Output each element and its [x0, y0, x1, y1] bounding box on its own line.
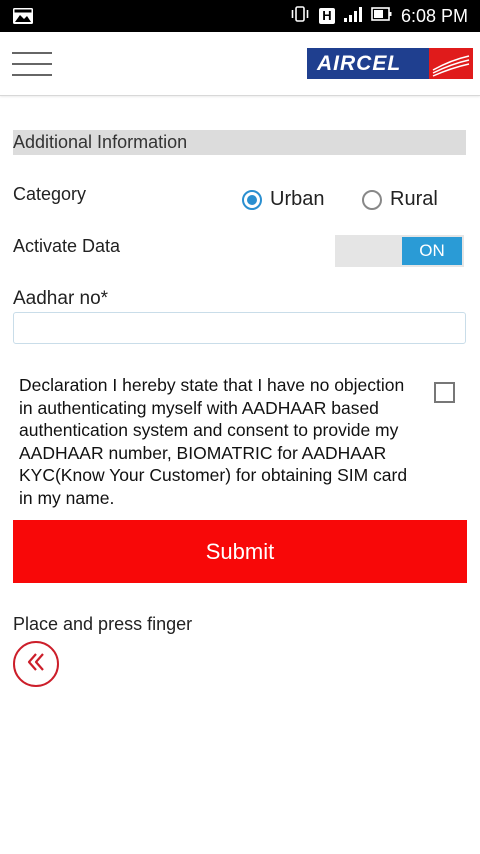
logo-text: AIRCEL: [317, 51, 402, 75]
fingerprint-instruction: Place and press finger: [13, 614, 193, 634]
radio-urban-label: Urban: [270, 188, 325, 210]
aadhar-input[interactable]: [13, 312, 466, 344]
declaration-text: Declaration I hereby state that I have n…: [19, 375, 408, 508]
radio-rural-label: Rural: [390, 188, 438, 210]
logo-swoosh-icon: [429, 48, 473, 79]
category-label: Category: [13, 184, 87, 204]
activate-data-toggle[interactable]: ON: [335, 235, 464, 267]
vibrate-icon: [289, 5, 311, 28]
declaration-checkbox[interactable]: [434, 382, 455, 403]
hamburger-menu-icon[interactable]: [12, 52, 52, 78]
toggle-on-label: ON: [402, 237, 462, 265]
activate-data-label: Activate Data: [13, 236, 121, 256]
photo-notification-icon: [12, 7, 34, 30]
aadhar-label: Aadhar no*: [13, 288, 109, 309]
aircel-logo: AIRCEL: [307, 48, 473, 79]
network-type-badge: H: [318, 8, 335, 24]
double-chevron-left-icon: [23, 649, 49, 680]
section-header: Additional Information: [13, 130, 466, 155]
signal-icon: [343, 5, 363, 28]
radio-unselected-icon: [362, 189, 382, 210]
radio-rural[interactable]: Rural: [362, 188, 438, 211]
back-button[interactable]: [13, 641, 59, 687]
radio-urban[interactable]: Urban: [242, 188, 324, 211]
submit-button[interactable]: Submit: [13, 520, 467, 583]
status-time: 6:08 PM: [400, 5, 468, 26]
status-bar: H 6:08 PM: [0, 0, 480, 32]
app-toolbar: AIRCEL: [0, 32, 480, 96]
radio-selected-icon: [242, 189, 262, 210]
battery-icon: [371, 5, 393, 28]
